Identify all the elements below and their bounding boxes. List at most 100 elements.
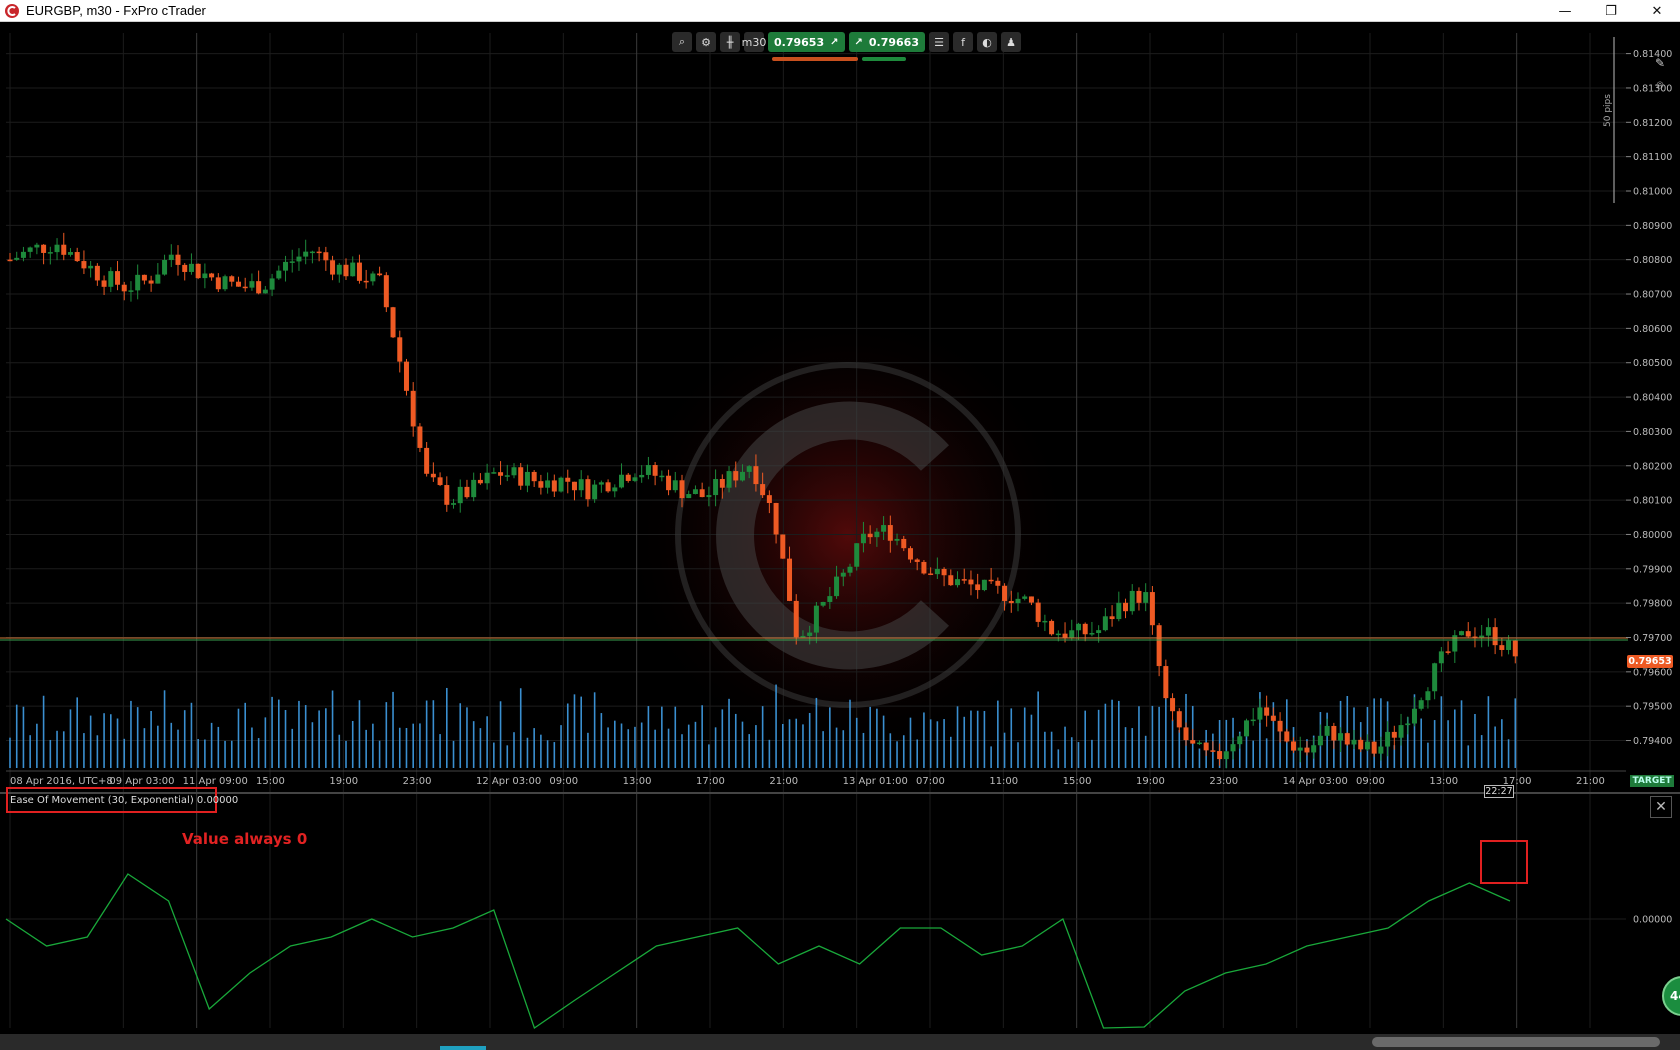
candle-body xyxy=(1062,633,1068,639)
candle-body xyxy=(451,503,457,505)
candle-body xyxy=(1123,602,1129,612)
candle-body xyxy=(692,489,698,495)
candle-body xyxy=(1425,691,1431,701)
candle-body xyxy=(188,263,194,272)
indicator-title[interactable]: Ease Of Movement (30, Exponential) 0.000… xyxy=(6,787,238,813)
candle-body xyxy=(141,274,147,281)
chart-canvas[interactable]: 0.814000.813000.812000.811000.810000.809… xyxy=(0,23,1680,1050)
candle-body xyxy=(430,473,436,478)
candle-body xyxy=(34,244,40,248)
scrollbar-thumb[interactable] xyxy=(1372,1037,1660,1047)
chart-toolbar: ⌕ ⚙ ╫ m30 0.79653 ↗ ↗ 0.79663 ☰ f ◐ ♟ xyxy=(672,31,1021,53)
candle-body xyxy=(1485,627,1491,636)
candle-body xyxy=(296,256,302,262)
time-tick-label: 09 Apr 03:00 xyxy=(109,776,174,787)
camera-icon[interactable]: ⌾ xyxy=(1652,77,1668,93)
candle-body xyxy=(242,286,248,289)
candle-body xyxy=(1391,731,1397,738)
candle-body xyxy=(330,260,336,275)
candle-body xyxy=(182,264,188,272)
candle-body xyxy=(262,289,268,294)
candle-body xyxy=(793,600,799,638)
edit-icon[interactable]: ✎ xyxy=(1652,55,1668,71)
price-tick-label: 0.80000 xyxy=(1633,530,1672,541)
candle-body xyxy=(323,252,329,261)
timeframe-icon[interactable]: m30 xyxy=(742,32,766,52)
time-tick-label: 21:00 xyxy=(769,776,798,787)
chart-settings-icon[interactable]: ⚙ xyxy=(696,32,716,52)
candle-body xyxy=(1324,725,1330,736)
candle-body xyxy=(410,390,416,427)
time-tick-label: 12 Apr 03:00 xyxy=(476,776,541,787)
candle-body xyxy=(881,525,887,532)
candle-body xyxy=(343,264,349,277)
candle-body xyxy=(457,486,463,504)
candle-body xyxy=(612,487,618,492)
candle-body xyxy=(928,573,934,575)
target-button[interactable]: TARGET xyxy=(1630,775,1674,787)
user-icon[interactable]: ♟ xyxy=(1001,32,1021,52)
sell-button[interactable]: 0.79653 ↗ xyxy=(768,32,845,52)
price-tick-label: 0.79900 xyxy=(1633,564,1672,575)
candle-body xyxy=(800,635,806,638)
price-tick-label: 0.79800 xyxy=(1633,599,1672,610)
buy-button[interactable]: ↗ 0.79663 xyxy=(848,32,925,52)
candle-body xyxy=(1190,740,1196,744)
candle-body xyxy=(464,486,470,498)
candle-body xyxy=(666,475,672,491)
candle-body xyxy=(605,482,611,492)
candle-body xyxy=(202,273,208,279)
sell-arrow-icon: ↗ xyxy=(830,36,839,48)
candle-body xyxy=(88,265,94,269)
candle-body xyxy=(81,261,87,269)
candle-body xyxy=(995,580,1001,586)
candle-body xyxy=(222,276,228,290)
candle-body xyxy=(397,337,403,362)
candles-icon[interactable]: ╫ xyxy=(720,32,740,52)
time-tick-label: 19:00 xyxy=(1136,776,1165,787)
time-tick-label: 15:00 xyxy=(256,776,285,787)
candle-body xyxy=(303,251,309,257)
candle-body xyxy=(484,472,490,484)
candle-body xyxy=(121,284,127,292)
candle-body xyxy=(1465,631,1471,637)
restore-button[interactable]: ❐ xyxy=(1588,0,1634,22)
candle-body xyxy=(679,480,685,499)
list-icon[interactable]: ☰ xyxy=(929,32,949,52)
candle-body xyxy=(1344,733,1350,745)
candle-body xyxy=(383,275,389,308)
candle-body xyxy=(41,244,47,253)
minimize-button[interactable]: — xyxy=(1542,0,1588,22)
candle-body xyxy=(988,579,994,582)
chart-frame[interactable]: 0.81400 0.81300 0.81200 0.81100 0.81000 0.809… xyxy=(0,23,1680,1050)
candle-body xyxy=(1069,630,1075,639)
price-tick-label: 0.79400 xyxy=(1633,736,1672,747)
candle-body xyxy=(1015,598,1021,604)
facebook-icon[interactable]: f xyxy=(953,32,973,52)
candle-body xyxy=(625,474,631,481)
time-tick-label: 09:00 xyxy=(549,776,578,787)
candle-body xyxy=(1385,731,1391,747)
candle-body xyxy=(7,259,13,262)
share-icon[interactable]: ◐ xyxy=(977,32,997,52)
candle-body xyxy=(1243,720,1249,737)
candle-body xyxy=(370,273,376,282)
candle-timer: 22:27 xyxy=(1484,785,1514,798)
candle-body xyxy=(403,361,409,391)
candle-body xyxy=(1351,739,1357,745)
candle-body xyxy=(1257,707,1263,720)
candle-body xyxy=(545,480,551,488)
indicator-axis-label: 0.00000 xyxy=(1633,915,1672,926)
close-pane-button[interactable]: ✕ xyxy=(1650,796,1672,818)
candle-body xyxy=(619,474,625,488)
candle-body xyxy=(1311,745,1317,753)
candle-body xyxy=(1432,663,1438,692)
candle-body xyxy=(1291,741,1297,751)
zoom-icon[interactable]: ⌕ xyxy=(672,32,692,52)
candle-body xyxy=(1156,625,1162,667)
candle-body xyxy=(1008,600,1014,604)
close-button[interactable]: ✕ xyxy=(1634,0,1680,22)
candle-body xyxy=(1297,747,1303,751)
candle-body xyxy=(1170,698,1176,712)
horizontal-scrollbar[interactable] xyxy=(0,1034,1680,1050)
